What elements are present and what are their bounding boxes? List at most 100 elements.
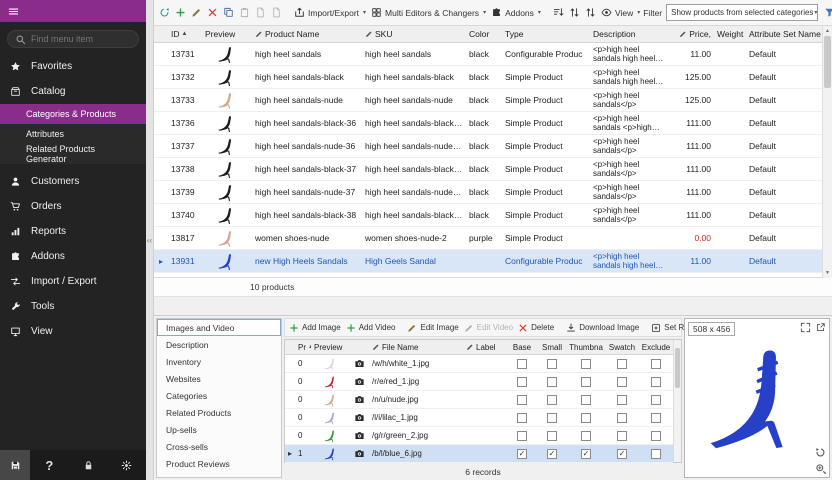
exclude-checkbox[interactable] <box>651 359 661 369</box>
column-header-id[interactable]: ID▲ <box>168 29 202 39</box>
product-row[interactable]: 13733high heel sandals-nudehigh heel san… <box>154 89 822 112</box>
swatch-checkbox[interactable] <box>617 413 627 423</box>
product-row[interactable]: 13737high heel sandals-nude-36high heel … <box>154 135 822 158</box>
small-checkbox[interactable] <box>547 431 557 441</box>
thumbnail-checkbox[interactable] <box>581 413 591 423</box>
paste-button[interactable] <box>237 4 252 22</box>
swatch-checkbox[interactable]: ✓ <box>617 449 627 459</box>
swatch-checkbox[interactable] <box>617 359 627 369</box>
image-row[interactable]: 0/l/i/lilac_1.jpg <box>285 409 673 427</box>
swatch-checkbox[interactable] <box>617 395 627 405</box>
image-row[interactable]: 0/w/h/white_1.jpg <box>285 355 673 373</box>
sidebar-item-customers[interactable]: Customers <box>0 169 146 194</box>
column-header-base[interactable]: Base <box>507 343 537 352</box>
column-header-price[interactable]: Price, <box>670 29 714 39</box>
exclude-checkbox[interactable] <box>651 395 661 405</box>
column-header-pr[interactable]: Pr▲ <box>295 343 311 352</box>
filters-button[interactable]: Filters ▾ <box>822 4 832 22</box>
swatch-checkbox[interactable] <box>617 377 627 387</box>
product-row[interactable]: 13731high heel sandalshigh heel sandalsb… <box>154 43 822 66</box>
tab-cross-sells[interactable]: Cross-sells <box>157 438 281 455</box>
scrollbar-thumb[interactable] <box>675 348 680 388</box>
column-header-thumbna[interactable]: Thumbna <box>567 343 605 352</box>
column-header-color[interactable]: Color <box>466 29 502 39</box>
tab-product-reviews[interactable]: Product Reviews <box>157 455 281 472</box>
swatch-checkbox[interactable] <box>617 431 627 441</box>
column-header-weight[interactable]: Weight <box>714 29 746 39</box>
product-row[interactable]: 13739high heel sandals-nude-37high heel … <box>154 181 822 204</box>
tab-inventory[interactable]: Inventory <box>157 353 281 370</box>
small-checkbox[interactable] <box>547 359 557 369</box>
column-header-product-name[interactable]: Product Name <box>252 29 362 39</box>
zoom-in-icon[interactable] <box>815 463 826 474</box>
tab-related-products[interactable]: Related Products <box>157 404 281 421</box>
base-checkbox[interactable] <box>517 377 527 387</box>
category-filter-select[interactable]: Show products from selected categories ▾ <box>666 4 818 21</box>
sidebar-item-view[interactable]: View <box>0 319 146 344</box>
addons-menu-button[interactable]: Addons▾ <box>489 4 543 22</box>
row-expander-icon[interactable]: ▸ <box>154 257 168 266</box>
tab-categories[interactable]: Categories <box>157 387 281 404</box>
image-row[interactable]: 0/n/u/nude.jpg <box>285 391 673 409</box>
base-checkbox[interactable]: ✓ <box>517 449 527 459</box>
column-header-preview[interactable]: Preview <box>202 29 252 39</box>
sidebar-item-tools[interactable]: Tools <box>0 294 146 319</box>
small-checkbox[interactable] <box>547 413 557 423</box>
small-checkbox[interactable]: ✓ <box>547 449 557 459</box>
scrollbar-thumb[interactable] <box>824 36 831 88</box>
help-icon[interactable]: ? <box>30 458 69 473</box>
base-checkbox[interactable] <box>517 431 527 441</box>
sort-button[interactable] <box>551 4 566 22</box>
sidebar-item-categories-products[interactable]: Categories & Products <box>0 104 146 124</box>
column-header-label[interactable]: Label <box>463 343 507 352</box>
open-external-icon[interactable] <box>815 322 826 333</box>
edit-image-button[interactable]: Edit Image <box>405 319 460 337</box>
column-header-preview[interactable]: Preview <box>311 343 351 352</box>
hamburger-menu-icon[interactable] <box>8 6 19 17</box>
image-row[interactable]: ▸1/b/l/blue_6.jpg✓✓✓✓ <box>285 445 673 463</box>
multi-editors-button[interactable]: Multi Editors & Changers▾ <box>369 4 488 22</box>
tab-up-sells[interactable]: Up-sells <box>157 421 281 438</box>
view-menu-button[interactable]: View▾ <box>599 4 642 22</box>
download-image-button[interactable]: Download Image <box>564 319 641 337</box>
product-row[interactable]: 13817women shoes-nudewomen shoes-nude-2p… <box>154 227 822 250</box>
sidebar-item-favorites[interactable]: Favorites <box>0 54 146 79</box>
edit-video-button[interactable]: Edit Video <box>462 319 515 337</box>
add-video-button[interactable]: Add Video <box>344 319 398 337</box>
product-row[interactable]: 13740high heel sandals-black-38high heel… <box>154 204 822 227</box>
sidebar-item-reports[interactable]: Reports <box>0 219 146 244</box>
column-header-type[interactable]: Type <box>502 29 590 39</box>
export-doc-button[interactable] <box>269 4 284 22</box>
product-row[interactable]: ▸13931new High Heels SandalsHigh Geels S… <box>154 250 822 273</box>
product-row[interactable]: 13736high heel sandals-black-36high heel… <box>154 112 822 135</box>
column-header-exclude[interactable]: Exclude <box>639 343 673 352</box>
rotate-icon[interactable] <box>815 447 826 458</box>
column-header-attribute-set-name[interactable]: Attribute Set Name <box>746 29 822 39</box>
base-checkbox[interactable] <box>517 395 527 405</box>
exclude-checkbox[interactable] <box>651 449 661 459</box>
sidebar-search[interactable] <box>7 30 139 48</box>
sidebar-item-related-products-generator[interactable]: Related Products Generator <box>0 144 146 164</box>
column-header-small[interactable]: Small <box>537 343 567 352</box>
product-row[interactable]: 13738high heel sandals-black-37high heel… <box>154 158 822 181</box>
column-header-swatch[interactable]: Swatch <box>605 343 639 352</box>
delete-product-button[interactable] <box>205 4 220 22</box>
small-checkbox[interactable] <box>547 395 557 405</box>
scroll-down-icon[interactable]: ▼ <box>823 270 832 276</box>
refresh-button[interactable] <box>157 4 172 22</box>
thumbnail-checkbox[interactable] <box>581 377 591 387</box>
add-product-button[interactable] <box>173 4 188 22</box>
sidebar-item-orders[interactable]: Orders <box>0 194 146 219</box>
exclude-checkbox[interactable] <box>651 431 661 441</box>
import-export-button[interactable]: Import/Export▾ <box>292 4 368 22</box>
tab-images-and-video[interactable]: Images and Video <box>157 319 281 336</box>
thumbnail-checkbox[interactable] <box>581 359 591 369</box>
image-row[interactable]: 0/r/e/red_1.jpg <box>285 373 673 391</box>
column-header-file-name[interactable]: File Name <box>369 343 463 352</box>
tab-websites[interactable]: Websites <box>157 370 281 387</box>
scroll-up-icon[interactable]: ▲ <box>823 28 832 34</box>
move-rows-button[interactable] <box>567 4 582 22</box>
lock-icon[interactable] <box>69 460 108 471</box>
add-image-button[interactable]: Add Image <box>287 319 343 337</box>
exclude-checkbox[interactable] <box>651 377 661 387</box>
